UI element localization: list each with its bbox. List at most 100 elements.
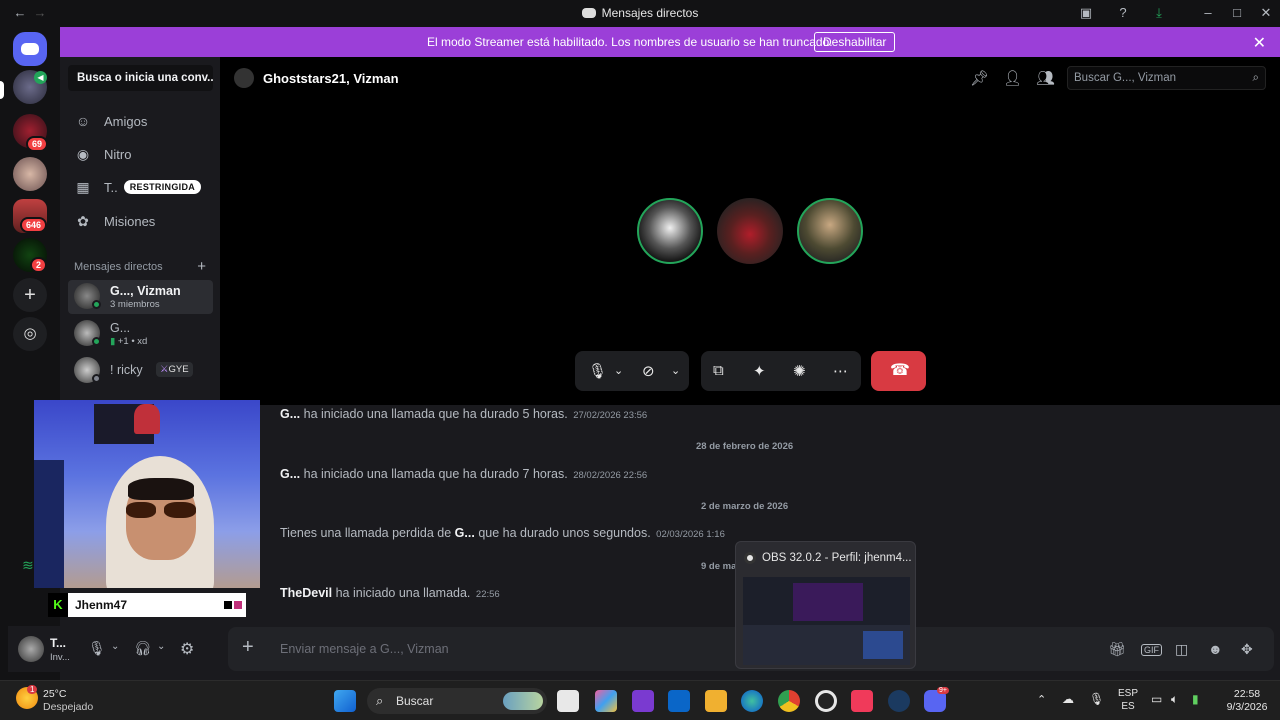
taskbar-search[interactable]: ⌕ Buscar [367,688,547,714]
call-log-message: G... ha iniciado una llamada que ha dura… [280,467,648,481]
chevron-down-icon[interactable]: ⌄ [671,364,680,377]
download-icon[interactable]: ⤓ [1151,5,1167,21]
voice-connected-icon: ≋ [22,557,34,573]
language-primary[interactable]: ESP [1116,688,1140,699]
chevron-down-icon[interactable]: ⌄ [614,364,623,377]
obs-taskbar-preview[interactable]: OBS 32.0.2 - Perfil: jhenm4... [735,541,916,669]
dm-name: G..., Vizman [110,284,181,298]
color-square-icon [234,601,242,609]
screen-share-icon[interactable]: ⧉ [713,362,724,379]
activities-icon[interactable]: ✦ [753,362,766,380]
sticker-icon[interactable]: ◫ [1175,641,1188,658]
avatar[interactable] [18,636,44,662]
disable-streamer-button[interactable]: Deshabilitar [814,32,896,52]
file-explorer-icon[interactable] [705,690,727,712]
battery-icon[interactable]: ▮ [1192,692,1199,706]
microphone-icon[interactable]: 🎙︎ [588,362,607,380]
participant-avatar[interactable] [797,198,863,264]
cloud-icon[interactable]: ☁ [1062,692,1074,706]
clock-time[interactable]: 22:58 [1222,688,1272,700]
microphone-icon[interactable]: 🎙︎ [1089,692,1104,706]
minimize-icon[interactable]: – [1200,5,1216,21]
steam-icon[interactable] [888,690,910,712]
help-icon[interactable]: ? [1115,5,1131,21]
headphones-icon[interactable]: 🎧︎ [134,640,152,657]
chrome-icon[interactable] [778,690,800,712]
gift-icon[interactable]: 🎁︎ [1108,641,1126,658]
server-icon[interactable] [13,157,47,191]
obs-taskbar-icon[interactable] [815,690,837,712]
close-banner-icon[interactable]: ✕ [1253,33,1266,53]
dm-subtitle: +1 • xd [117,336,148,347]
close-window-icon[interactable]: ✕ [1258,5,1274,21]
create-dm-icon[interactable]: + [197,258,206,275]
soundboard-icon[interactable]: ✺ [793,362,806,380]
network-icon[interactable]: ▭ [1151,692,1162,706]
nav-friends[interactable]: ☺ Amigos [68,106,213,136]
guild-tag: ⚔GYE [156,362,193,377]
camera-off-icon[interactable]: ⊘ [642,362,655,380]
search-input[interactable]: Buscar G..., Vizman ⌕ [1067,66,1266,90]
edge-icon[interactable] [741,690,763,712]
more-icon[interactable]: ⋯ [833,362,848,380]
obs-window-title: OBS 32.0.2 - Perfil: jhenm4... [762,552,912,564]
nav-quests[interactable]: ✿ Misiones [68,206,213,236]
windows-start-icon[interactable] [334,690,356,712]
emoji-icon[interactable]: ☻ [1208,641,1223,657]
dm-section-header: Mensajes directos [74,261,163,273]
message-input[interactable]: Enviar mensaje a G..., Vizman [280,642,449,656]
kick-logo-icon: K [48,593,68,617]
discord-home-icon[interactable] [13,32,47,66]
mention-badge: 646 [20,217,48,233]
settings-gear-icon[interactable]: ⚙ [180,639,194,659]
voice-icon: ◀ [34,71,47,84]
pin-icon[interactable]: 📌︎ [970,69,989,87]
call-log-message: Tienes una llamada perdida de G... que h… [280,526,725,540]
chevron-down-icon[interactable]: ⌄ [157,641,165,652]
music-icon[interactable] [851,690,873,712]
dm-item-group[interactable]: G..., Vizman 3 miembros [68,280,213,314]
search-icon: ⌕ [1252,72,1259,84]
microphone-icon[interactable]: 🎙︎ [88,640,106,657]
participant-avatar[interactable] [717,198,783,264]
webcam-nameplate: K Jhenm47 [48,593,246,617]
add-server-icon[interactable]: + [13,278,47,312]
date-divider: 28 de febrero de 2026 [696,441,794,452]
apps-icon[interactable]: ✥ [1241,641,1253,658]
dm-name: ! ricky [110,363,143,377]
members-icon[interactable]: 👥︎ [1036,69,1055,87]
store-icon[interactable] [668,690,690,712]
participant-avatar[interactable] [637,198,703,264]
weather-desc: Despejado [43,701,94,713]
app-icon[interactable] [632,690,654,712]
attach-plus-icon[interactable]: + [242,636,254,659]
call-area: Ghoststars21, Vizman 📌︎ 👤︎ 👥︎ Buscar G..… [220,57,1280,405]
inbox-icon[interactable]: ▣ [1078,5,1094,21]
gif-icon[interactable]: GIF [1141,644,1162,656]
nav-nitro[interactable]: ◉ Nitro [68,139,213,169]
discover-compass-icon[interactable]: ◎ [13,317,47,351]
user-panel: T... Inv... 🎙︎ ⌄ 🎧︎ ⌄ ⚙ [8,626,213,672]
dm-item[interactable]: ! ricky ⚔GYE [68,354,213,388]
nav-shop[interactable]: ▦ T.. RESTRINGIDA [68,172,213,202]
hang-up-button[interactable]: ☎︎ [871,351,926,391]
dm-item[interactable]: G... ▮ +1 • xd [68,317,213,351]
obs-icon [744,552,756,564]
friends-icon: ☺ [75,113,91,129]
chevron-up-icon[interactable]: ⌃ [1037,693,1046,706]
task-view-icon[interactable] [557,690,579,712]
clock-date[interactable]: 9/3/2026 [1222,701,1272,713]
banner-message: El modo Streamer está habilitado. Los no… [427,35,833,49]
language-secondary[interactable]: ES [1116,701,1140,712]
call-log-message: TheDevil ha iniciado una llamada. 22:56 [280,586,500,600]
add-friend-icon[interactable]: 👤︎ [1003,69,1022,87]
sunglasses-left [126,502,156,518]
chevron-down-icon[interactable]: ⌄ [111,641,119,652]
windows-taskbar: 1 25°C Despejado ⌕ Buscar 9+ ⌃ ☁ 🎙︎ ESP … [0,680,1280,720]
obs-thumbnail [743,577,910,665]
volume-icon[interactable]: 🔈︎ [1171,692,1178,707]
find-conversation-button[interactable]: Busca o inicia una conv... [68,65,213,91]
copilot-icon[interactable] [595,690,617,712]
username: T... [50,636,67,650]
maximize-icon[interactable]: □ [1229,5,1245,21]
